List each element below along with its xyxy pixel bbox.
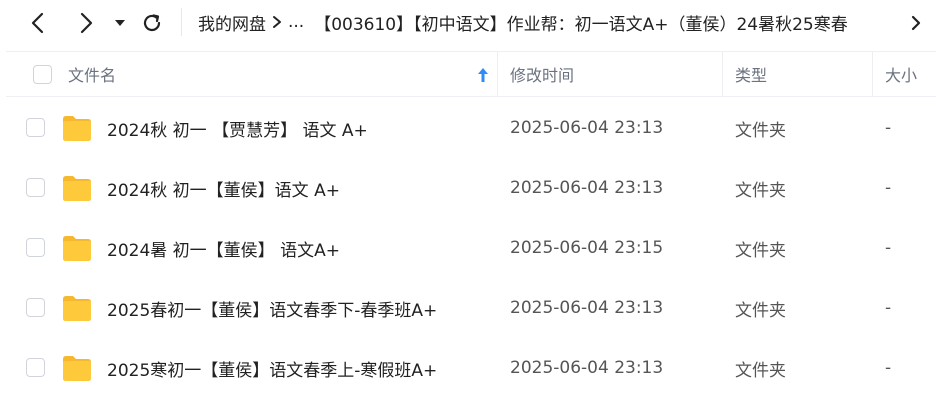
folder-icon: [63, 116, 91, 141]
folder-icon: [63, 296, 91, 321]
chevron-right-icon: [80, 12, 93, 34]
breadcrumb-item-root[interactable]: 我的网盘: [198, 10, 266, 35]
file-modified: 2025-06-04 23:13: [510, 298, 664, 318]
file-name[interactable]: 2025春初一【董侯】语文春季下-春季班A+: [107, 278, 437, 338]
file-modified: 2025-06-04 23:13: [510, 178, 664, 198]
file-size: -: [885, 298, 892, 318]
file-size: -: [885, 118, 892, 138]
file-size: -: [885, 238, 892, 258]
chevron-left-icon: [31, 12, 44, 34]
folder-icon: [63, 236, 91, 261]
select-all-checkbox[interactable]: [33, 65, 52, 84]
file-type: 文件夹: [735, 240, 786, 261]
refresh-icon: [143, 14, 161, 32]
back-button[interactable]: [22, 5, 54, 41]
row-checkbox[interactable]: [26, 178, 45, 197]
column-divider[interactable]: [497, 52, 498, 96]
file-type: 文件夹: [735, 360, 786, 381]
sort-ascending-icon[interactable]: [476, 66, 490, 84]
file-row[interactable]: 2025春初一【董侯】语文春季下-春季班A+ 2025-06-04 23:13 …: [6, 278, 936, 338]
column-header-size[interactable]: 大小: [885, 52, 935, 96]
file-row[interactable]: 2024秋 初一【董侯】语文 A+ 2025-06-04 23:13 文件夹 -: [6, 158, 936, 218]
column-divider[interactable]: [872, 52, 873, 96]
breadcrumb-ellipsis[interactable]: ...: [288, 12, 304, 32]
column-header-type[interactable]: 类型: [735, 52, 875, 96]
file-modified: 2025-06-04 23:15: [510, 238, 664, 258]
caret-down-icon: [115, 20, 125, 26]
column-header-name[interactable]: 文件名: [68, 52, 498, 96]
row-checkbox[interactable]: [26, 238, 45, 257]
file-type: 文件夹: [735, 300, 786, 321]
file-modified: 2025-06-04 23:13: [510, 118, 664, 138]
breadcrumb: 我的网盘 ... 【003610】【初中语文】作业帮：初一语文A+（董侯）24暑…: [198, 8, 848, 36]
breadcrumb-item-current[interactable]: 【003610】【初中语文】作业帮：初一语文A+（董侯）24暑秋25寒春: [314, 10, 848, 35]
chevron-right-icon: [911, 15, 921, 31]
file-row[interactable]: 2025寒初一【董侯】语文春季上-寒假班A+ 2025-06-04 23:13 …: [6, 338, 936, 398]
file-list-header: 文件名 修改时间 类型 大小: [6, 51, 936, 97]
refresh-button[interactable]: [136, 5, 168, 41]
folder-icon: [63, 176, 91, 201]
row-checkbox[interactable]: [26, 298, 45, 317]
file-type: 文件夹: [735, 180, 786, 201]
file-row[interactable]: 2024暑 初一【董侯】 语文A+ 2025-06-04 23:15 文件夹 -: [6, 218, 936, 278]
file-size: -: [885, 358, 892, 378]
file-type: 文件夹: [735, 120, 786, 141]
row-checkbox[interactable]: [26, 118, 45, 137]
file-modified: 2025-06-04 23:13: [510, 358, 664, 378]
forward-button[interactable]: [70, 5, 102, 41]
file-name[interactable]: 2024暑 初一【董侯】 语文A+: [107, 218, 340, 278]
chevron-right-icon: [266, 15, 288, 29]
file-name[interactable]: 2024秋 初一 【贾慧芳】 语文 A+: [107, 98, 368, 158]
toolbar: 我的网盘 ... 【003610】【初中语文】作业帮：初一语文A+（董侯）24暑…: [0, 0, 936, 46]
breadcrumb-more-button[interactable]: [906, 10, 926, 36]
file-name[interactable]: 2025寒初一【董侯】语文春季上-寒假班A+: [107, 338, 437, 398]
column-header-modified[interactable]: 修改时间: [510, 52, 720, 96]
history-dropdown-button[interactable]: [110, 5, 130, 41]
folder-icon: [63, 356, 91, 381]
file-size: -: [885, 178, 892, 198]
column-divider[interactable]: [722, 52, 723, 96]
file-name[interactable]: 2024秋 初一【董侯】语文 A+: [107, 158, 340, 218]
toolbar-divider: [181, 8, 182, 36]
row-checkbox[interactable]: [26, 358, 45, 377]
file-row[interactable]: 2024秋 初一 【贾慧芳】 语文 A+ 2025-06-04 23:13 文件…: [6, 98, 936, 158]
